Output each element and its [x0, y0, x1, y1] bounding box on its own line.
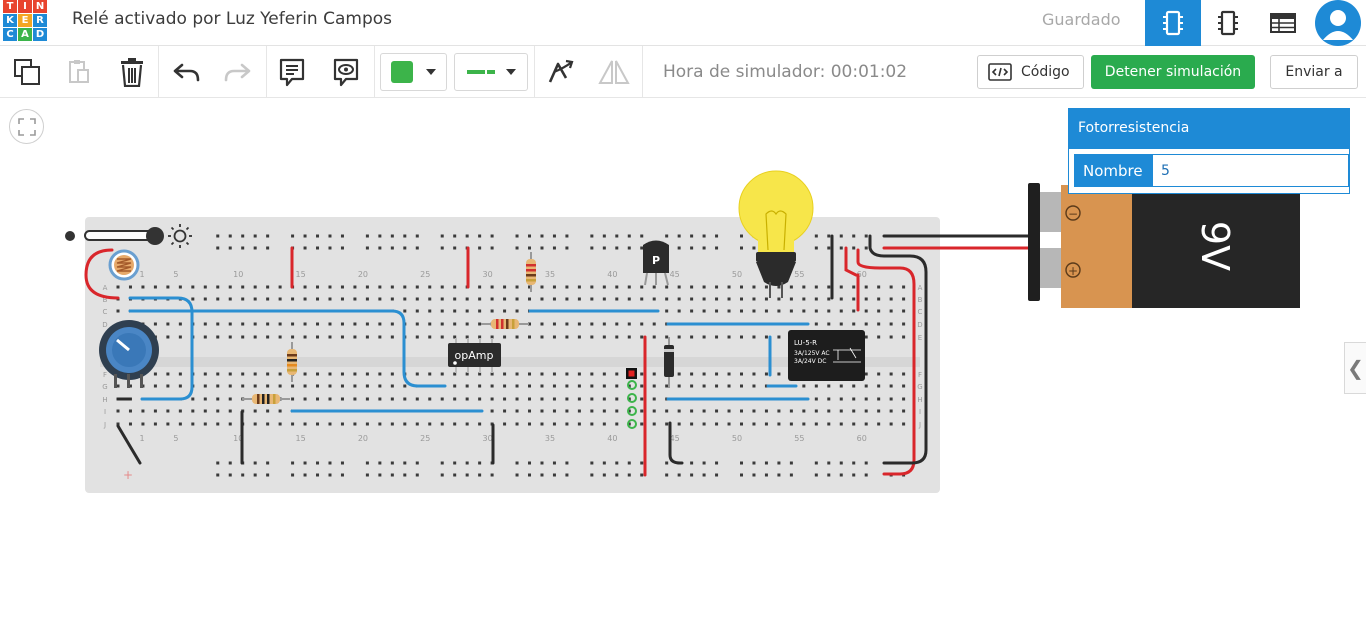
toolbar-separator	[158, 46, 159, 98]
logo-letter: R	[33, 14, 47, 27]
logo-letter: E	[18, 14, 32, 27]
component-inspector: Fotorresistencia Nombre 5	[1068, 108, 1350, 194]
note-icon	[279, 58, 305, 87]
delete-icon	[121, 58, 143, 87]
send-to-button[interactable]: Enviar a	[1270, 55, 1358, 89]
undo-button[interactable]	[164, 46, 208, 98]
logo-letter: C	[3, 28, 17, 41]
user-avatar-icon	[1315, 0, 1361, 46]
logo-letter: T	[3, 0, 17, 13]
fit-view-button[interactable]	[9, 109, 44, 144]
redo-button[interactable]	[216, 46, 260, 98]
note-button[interactable]	[270, 46, 314, 98]
logo-letter: I	[18, 0, 32, 13]
component-list-icon	[1270, 13, 1296, 33]
simulator-time: Hora de simulador: 00:01:02	[663, 62, 908, 82]
inspector-name-input[interactable]: 5	[1153, 155, 1348, 186]
code-button-label: Código	[1021, 64, 1070, 80]
notes-visibility-icon	[333, 58, 359, 87]
code-icon	[988, 63, 1012, 81]
circuit-view-button[interactable]	[1145, 0, 1201, 46]
rotate-icon	[548, 59, 574, 83]
logo-letter: D	[33, 28, 47, 41]
circuit-view-icon	[1163, 10, 1183, 36]
undo-icon	[173, 63, 200, 82]
header-bar: TIN KER CAD Relé activado por Luz Yeferin …	[0, 0, 1366, 46]
inspector-name-label: Nombre	[1075, 155, 1153, 186]
toolbar-separator	[374, 46, 375, 98]
component-list-button[interactable]	[1256, 0, 1310, 46]
schematic-view-button[interactable]	[1201, 0, 1255, 46]
wire-color-icon	[391, 61, 436, 83]
delete-button[interactable]	[110, 46, 154, 98]
inspector-title: Fotorresistencia	[1069, 109, 1349, 149]
copy-button[interactable]	[4, 46, 50, 98]
copy-icon	[14, 59, 40, 85]
toolbar: Hora de simulador: 00:01:02 Código Deten…	[0, 46, 1366, 98]
rotate-button[interactable]	[540, 46, 580, 98]
logo-letter: A	[18, 28, 32, 41]
paste-button[interactable]	[56, 46, 100, 98]
paste-icon	[69, 60, 89, 83]
toolbar-separator	[266, 46, 267, 98]
tinkercad-app: TIN KER CAD Relé activado por Luz Yeferin …	[0, 0, 1366, 636]
notes-visibility-button[interactable]	[324, 46, 368, 98]
save-status: Guardado	[1042, 10, 1121, 29]
redo-icon	[224, 63, 251, 82]
flip-button[interactable]	[592, 46, 636, 98]
fit-view-icon	[17, 117, 36, 136]
wire-style-icon	[467, 69, 516, 75]
logo-letter: N	[33, 0, 47, 13]
schematic-view-icon	[1218, 10, 1238, 36]
chevron-left-icon: ❮	[1347, 356, 1364, 380]
user-avatar-button[interactable]	[1314, 0, 1362, 46]
collapse-panel-tab[interactable]: ❮	[1344, 342, 1366, 394]
wire-color-dropdown[interactable]	[380, 53, 447, 91]
wire-style-dropdown[interactable]	[454, 53, 528, 91]
code-button[interactable]: Código	[977, 55, 1084, 89]
inspector-name-row: Nombre 5	[1074, 154, 1349, 187]
stop-simulation-button[interactable]: Detener simulación	[1091, 55, 1255, 89]
toolbar-separator	[534, 46, 535, 98]
logo-letter: K	[3, 14, 17, 27]
tinkercad-logo[interactable]: TIN KER CAD	[3, 0, 49, 42]
document-title[interactable]: Relé activado por Luz Yeferin Campos	[72, 9, 392, 29]
toolbar-separator	[642, 46, 643, 98]
flip-icon	[598, 60, 630, 84]
